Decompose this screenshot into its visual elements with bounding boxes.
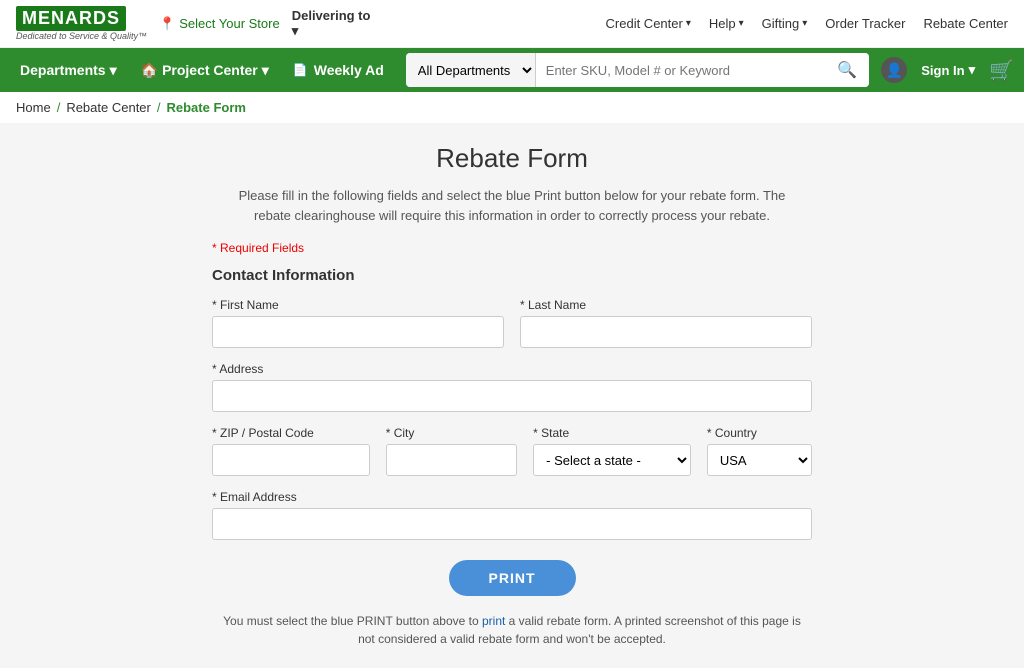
location-icon: 📍 — [159, 16, 175, 32]
zip-input[interactable] — [212, 444, 370, 476]
city-group: * City — [386, 426, 517, 476]
address-label: * Address — [212, 362, 812, 376]
country-label: * Country — [707, 426, 812, 440]
search-bar: All Departments 🔍 — [406, 53, 869, 87]
last-name-input[interactable] — [520, 316, 812, 348]
breadcrumb-current: Rebate Form — [167, 100, 246, 115]
first-name-group: * First Name — [212, 298, 504, 348]
state-group: * State - Select a state - — [533, 426, 691, 476]
project-center-nav[interactable]: 🏠 Project Center ▾ — [131, 48, 279, 92]
first-name-input[interactable] — [212, 316, 504, 348]
department-select[interactable]: All Departments — [406, 53, 536, 87]
city-label: * City — [386, 426, 517, 440]
search-button[interactable]: 🔍 — [825, 53, 869, 87]
main-content: Rebate Form Please fill in the following… — [0, 123, 1024, 668]
print-button[interactable]: PRINT — [449, 560, 576, 596]
zip-label: * ZIP / Postal Code — [212, 426, 370, 440]
print-note: You must select the blue PRINT button ab… — [212, 612, 812, 648]
print-note-text: You must select the blue PRINT button ab… — [223, 614, 482, 628]
project-center-icon: 🏠 — [141, 62, 158, 79]
nav-bar: Departments ▾ 🏠 Project Center ▾ 📄 Weekl… — [0, 48, 1024, 92]
breadcrumb-home[interactable]: Home — [16, 100, 51, 115]
search-input[interactable] — [536, 53, 826, 87]
location-row: * ZIP / Postal Code * City * State - Sel… — [212, 426, 812, 476]
last-name-group: * Last Name — [520, 298, 812, 348]
name-row: * First Name * Last Name — [212, 298, 812, 348]
logo-tagline: Dedicated to Service & Quality™ — [16, 31, 147, 41]
breadcrumb: Home / Rebate Center / Rebate Form — [0, 92, 1024, 123]
store-selector[interactable]: 📍 Select Your Store — [159, 16, 280, 32]
breadcrumb-separator: / — [57, 100, 61, 115]
email-label: * Email Address — [212, 490, 812, 504]
delivering-arrow: ▾ — [292, 23, 371, 39]
chevron-down-icon: ▾ — [262, 62, 269, 79]
weekly-ad-nav[interactable]: 📄 Weekly Ad — [283, 48, 394, 92]
credit-center-link[interactable]: Credit Center ▾ — [606, 16, 691, 31]
breadcrumb-separator: / — [157, 100, 161, 115]
weekly-ad-icon: 📄 — [293, 63, 308, 77]
email-row: * Email Address — [212, 490, 812, 540]
address-row: * Address — [212, 362, 812, 412]
account-icon: 👤 — [881, 57, 907, 83]
order-tracker-link[interactable]: Order Tracker — [825, 16, 905, 31]
store-label: Select Your Store — [179, 16, 279, 31]
chevron-down-icon: ▾ — [686, 18, 691, 29]
form-title: Rebate Form — [212, 143, 812, 174]
email-group: * Email Address — [212, 490, 812, 540]
delivering-to[interactable]: Delivering to ▾ — [292, 8, 371, 39]
email-input[interactable] — [212, 508, 812, 540]
form-container: Rebate Form Please fill in the following… — [212, 143, 812, 648]
cart-icon[interactable]: 🛒 — [989, 58, 1014, 83]
form-description: Please fill in the following fields and … — [212, 186, 812, 225]
chevron-down-icon: ▾ — [739, 18, 744, 29]
chevron-down-icon: ▾ — [969, 62, 976, 78]
departments-nav[interactable]: Departments ▾ — [10, 48, 127, 92]
state-label: * State — [533, 426, 691, 440]
address-group: * Address — [212, 362, 812, 412]
gifting-link[interactable]: Gifting ▾ — [762, 16, 808, 31]
required-note: * Required Fields — [212, 241, 812, 255]
country-group: * Country USA — [707, 426, 812, 476]
top-nav: Credit Center ▾ Help ▾ Gifting ▾ Order T… — [606, 16, 1008, 31]
breadcrumb-rebate-center[interactable]: Rebate Center — [66, 100, 151, 115]
rebate-center-link[interactable]: Rebate Center — [923, 16, 1008, 31]
print-link[interactable]: print — [482, 614, 505, 628]
help-link[interactable]: Help ▾ — [709, 16, 744, 31]
logo-text[interactable]: MENARDS — [16, 6, 126, 31]
nav-right: 👤 Sign In ▾ 🛒 — [881, 57, 1014, 83]
section-title: Contact Information — [212, 267, 812, 284]
top-bar: MENARDS Dedicated to Service & Quality™ … — [0, 0, 1024, 48]
state-select[interactable]: - Select a state - — [533, 444, 691, 476]
last-name-label: * Last Name — [520, 298, 812, 312]
country-select[interactable]: USA — [707, 444, 812, 476]
city-input[interactable] — [386, 444, 517, 476]
address-input[interactable] — [212, 380, 812, 412]
first-name-label: * First Name — [212, 298, 504, 312]
sign-in-button[interactable]: Sign In ▾ — [913, 62, 983, 78]
delivering-label: Delivering to — [292, 8, 371, 23]
chevron-down-icon: ▾ — [802, 18, 807, 29]
logo: MENARDS Dedicated to Service & Quality™ — [16, 6, 147, 41]
chevron-down-icon: ▾ — [110, 62, 117, 79]
zip-group: * ZIP / Postal Code — [212, 426, 370, 476]
